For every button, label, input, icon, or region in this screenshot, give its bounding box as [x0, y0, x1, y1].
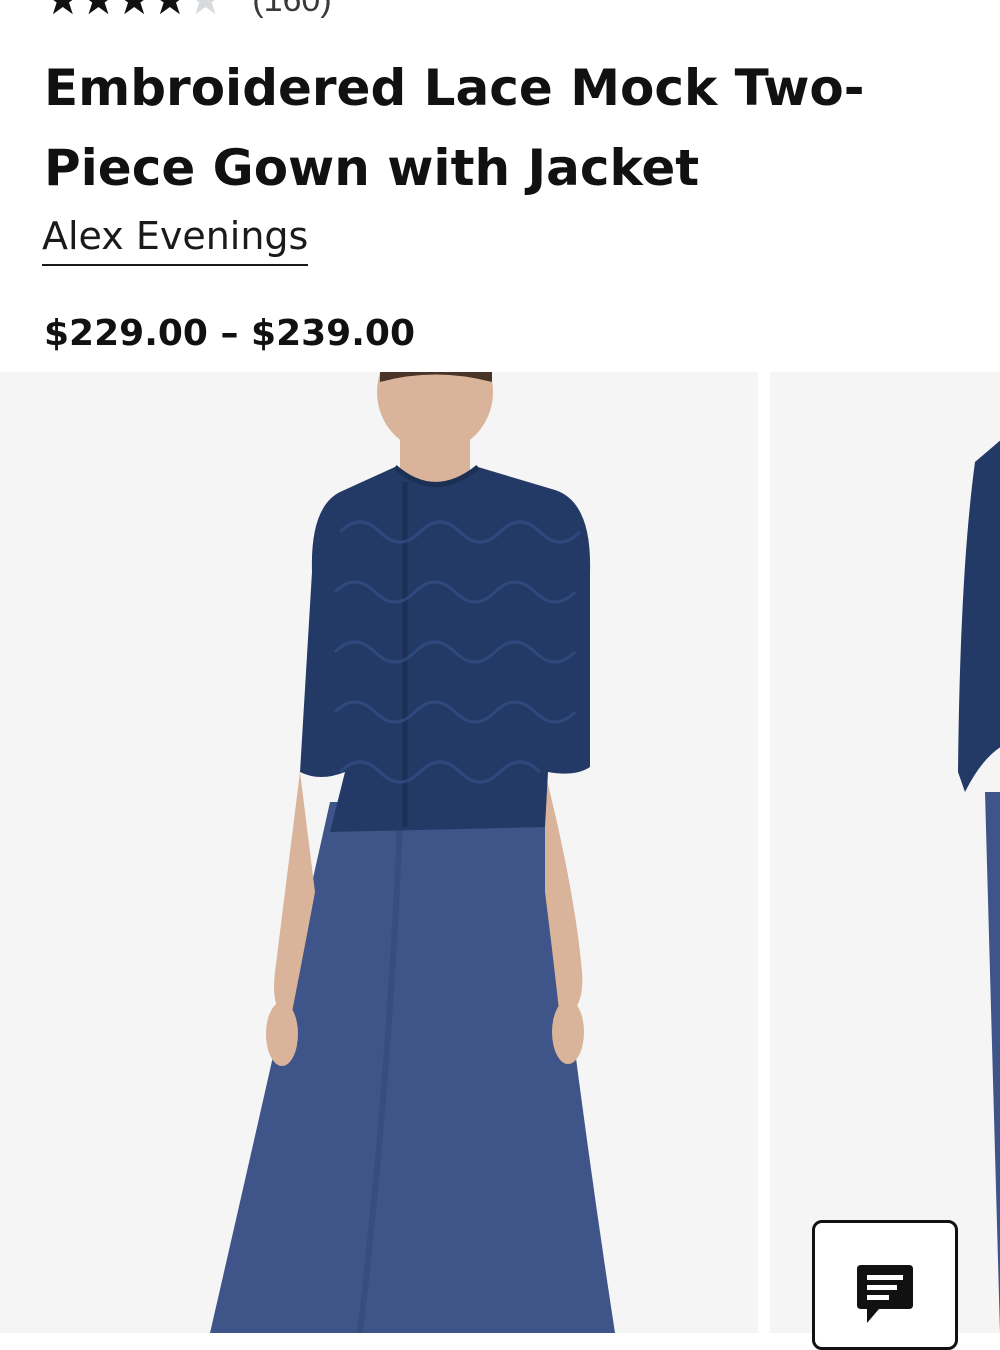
product-image-gallery[interactable]: [0, 372, 1000, 1333]
chat-button[interactable]: [812, 1220, 958, 1350]
star-icon: ★: [151, 0, 189, 21]
product-image-main[interactable]: [0, 372, 758, 1333]
review-count[interactable]: (160): [252, 0, 331, 20]
star-icon: ★: [115, 0, 153, 21]
price-range: $229.00 – $239.00: [44, 313, 416, 354]
product-image-next[interactable]: [770, 372, 1000, 1333]
product-title: Embroidered Lace Mock Two-Piece Gown wit…: [44, 59, 865, 197]
chat-bubble-icon: [857, 1265, 913, 1323]
star-icon: ★: [80, 0, 118, 21]
gown-side-illustration: [770, 372, 1000, 1333]
star-rating: ★ ★ ★ ★ ★: [44, 0, 225, 21]
star-icon: ★: [44, 0, 82, 21]
brand-link[interactable]: Alex Evenings: [42, 212, 309, 266]
gown-front-illustration: [0, 372, 758, 1333]
product-rating[interactable]: ★ ★ ★ ★ ★ (160): [44, 0, 332, 22]
star-empty-icon: ★: [187, 0, 225, 21]
